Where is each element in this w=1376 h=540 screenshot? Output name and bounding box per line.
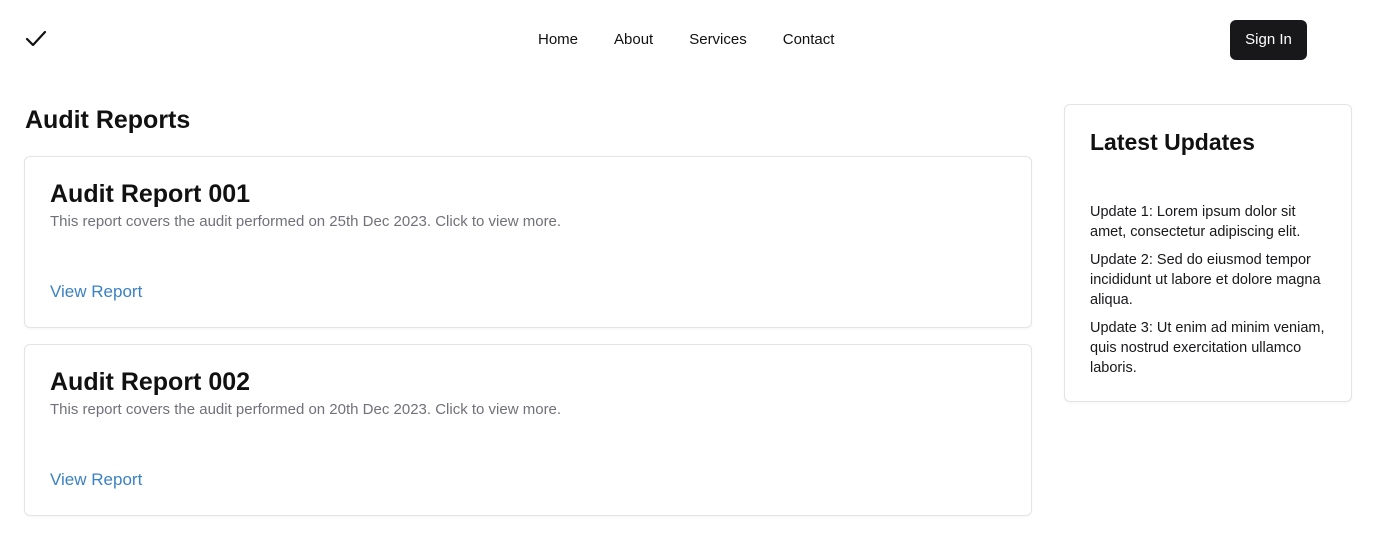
report-title: Audit Report 002 <box>50 368 251 396</box>
sign-in-button[interactable]: Sign In <box>1230 20 1307 60</box>
sidebar-title: Latest Updates <box>1090 129 1255 155</box>
latest-updates-panel: Latest Updates Update 1: Lorem ipsum dol… <box>1064 104 1352 402</box>
report-card: Audit Report 002 This report covers the … <box>24 344 1032 516</box>
view-report-link[interactable]: View Report <box>50 469 142 491</box>
main-nav: Home About Services Contact <box>538 30 834 50</box>
site-header: Home About Services Contact Sign In <box>0 0 1376 80</box>
update-item: Update 2: Sed do eiusmod tempor incididu… <box>1090 252 1321 308</box>
report-description: This report covers the audit performed o… <box>50 401 562 418</box>
view-report-link[interactable]: View Report <box>50 281 142 303</box>
nav-link-services[interactable]: Services <box>689 30 747 50</box>
nav-link-home[interactable]: Home <box>538 30 578 50</box>
report-card: Audit Report 001 This report covers the … <box>24 156 1032 328</box>
nav-link-contact[interactable]: Contact <box>783 30 835 50</box>
update-item: Update 3: Ut enim ad minim veniam, quis … <box>1090 320 1325 376</box>
checkmark-icon[interactable] <box>25 29 47 49</box>
nav-link-about[interactable]: About <box>614 30 653 50</box>
report-description: This report covers the audit performed o… <box>50 213 562 230</box>
update-item: Update 1: Lorem ipsum dolor sit amet, co… <box>1090 204 1301 240</box>
page-title: Audit Reports <box>25 106 191 134</box>
report-title: Audit Report 001 <box>50 180 251 208</box>
updates-list: Update 1: Lorem ipsum dolor sit amet, co… <box>1090 202 1330 386</box>
